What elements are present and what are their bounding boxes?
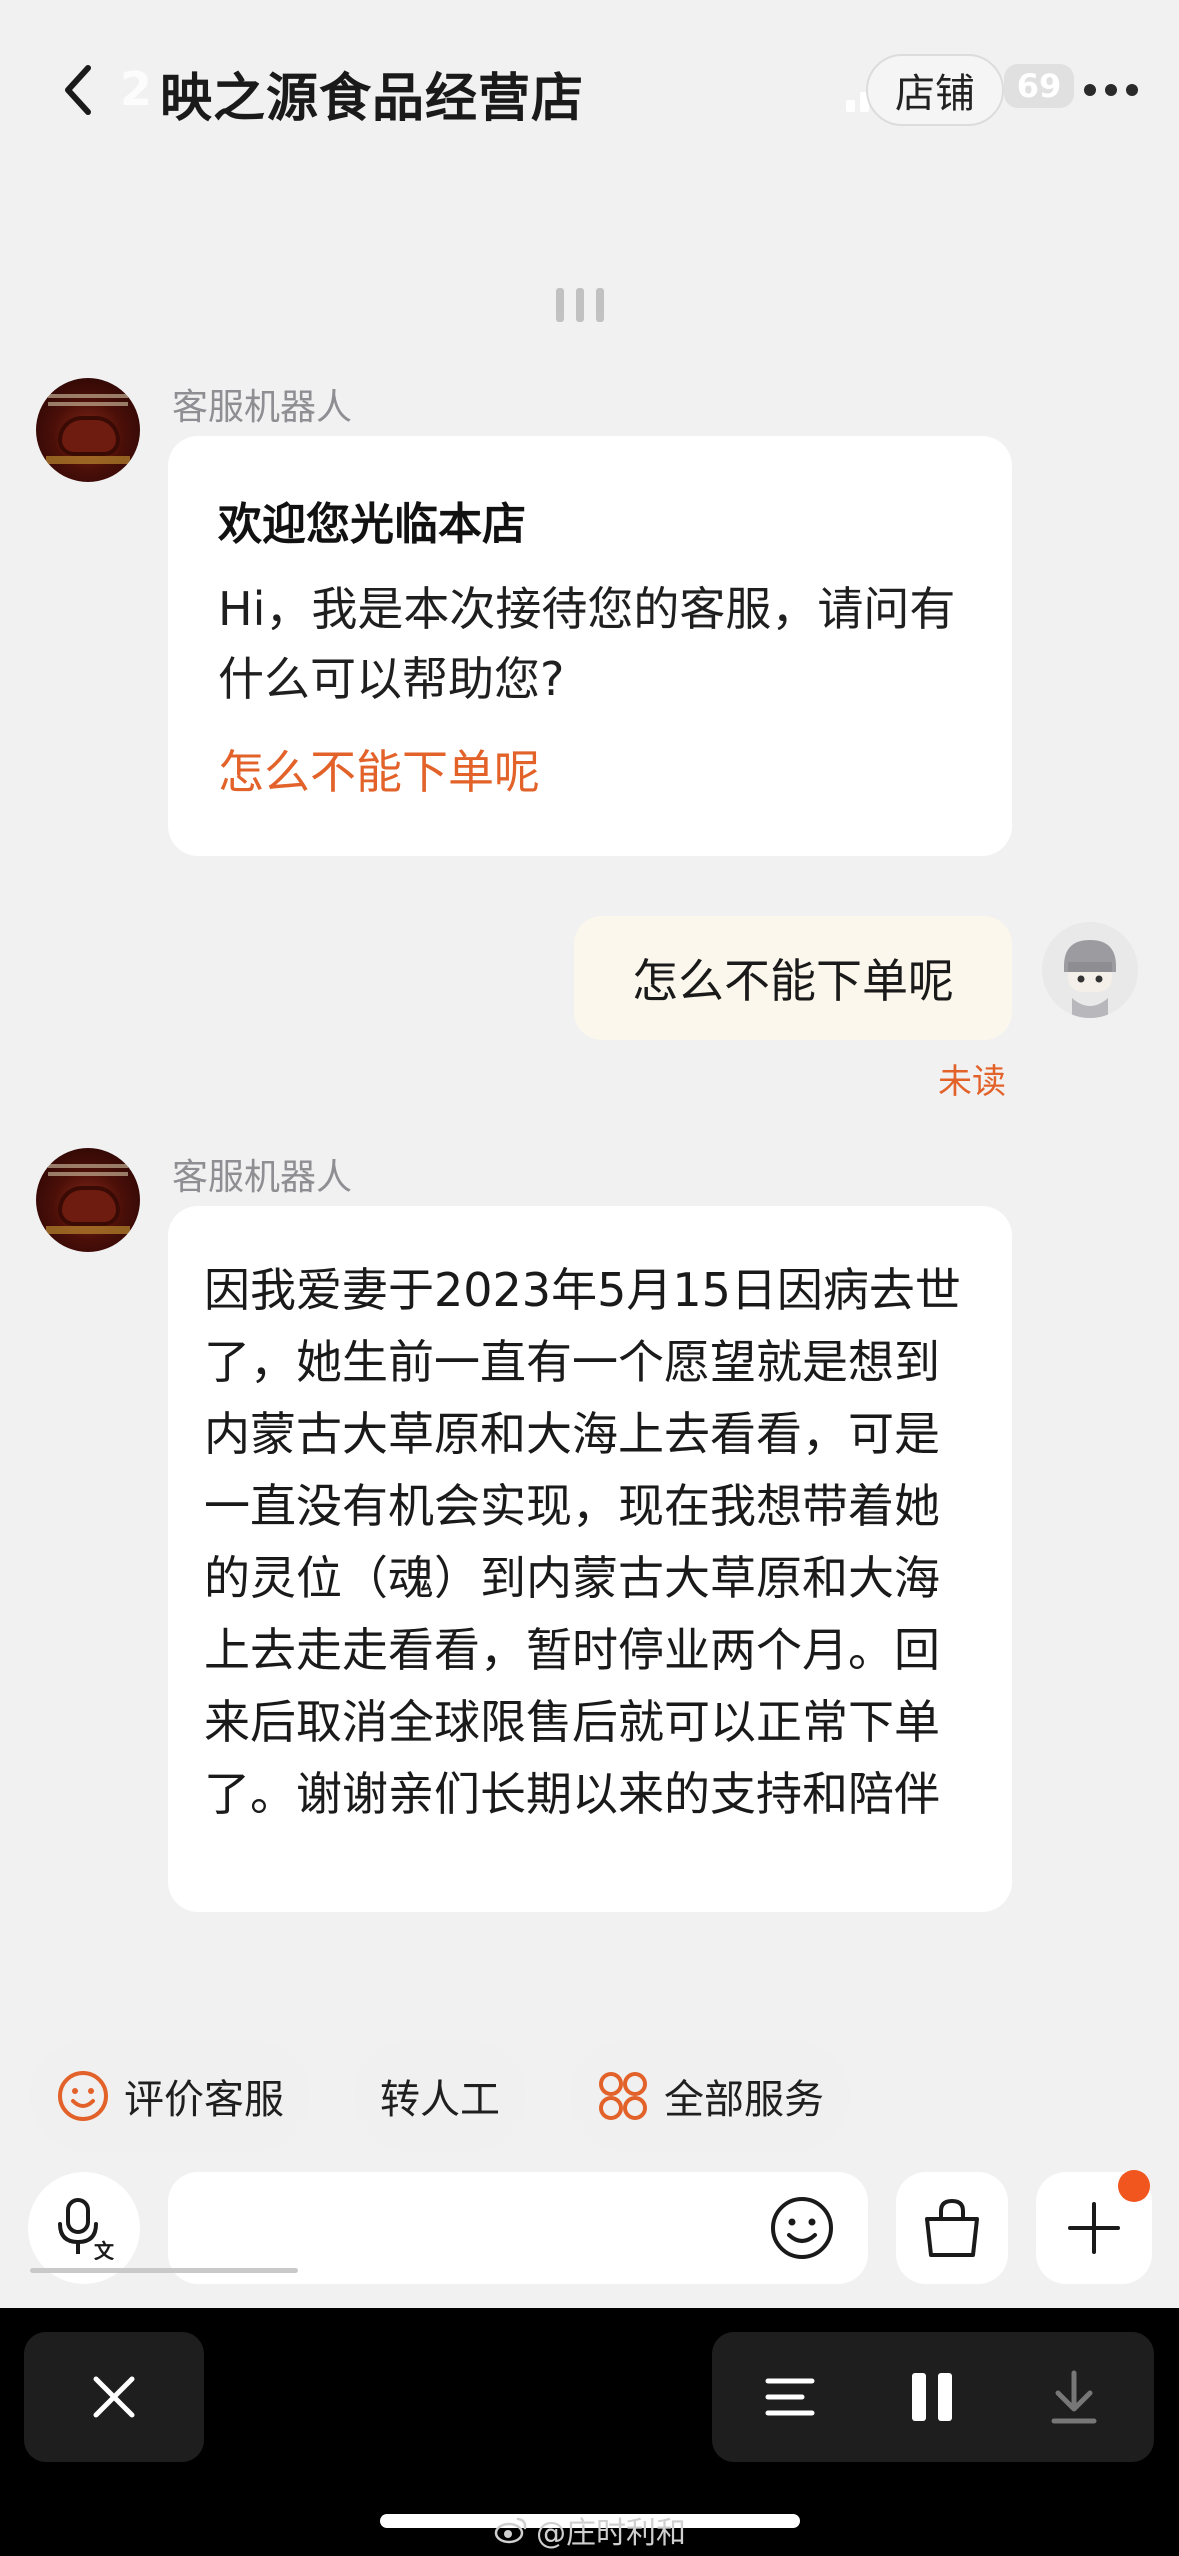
rate-service-label: 评价客服 xyxy=(124,2077,284,2123)
transfer-human-label: 转人工 xyxy=(380,2077,500,2123)
watermark-text: @庄时利和 xyxy=(536,2516,686,2551)
back-button[interactable] xyxy=(48,52,108,128)
smile-circle-icon xyxy=(58,2071,108,2121)
scroll-indicator xyxy=(30,2268,298,2273)
close-button[interactable] xyxy=(24,2332,204,2462)
plus-icon xyxy=(1068,2202,1120,2254)
emoji-button[interactable] xyxy=(764,2190,840,2266)
close-icon xyxy=(93,2376,135,2418)
chat-header: 2 映之源食品经营店 店铺 69 xyxy=(0,0,1179,190)
more-button[interactable] xyxy=(1076,62,1146,118)
transfer-human-button[interactable]: 转人工 xyxy=(354,2040,526,2152)
more-dots-icon xyxy=(1084,84,1138,96)
chevron-left-icon xyxy=(65,65,91,115)
unread-status: 未读 xyxy=(938,1062,1006,1102)
shopping-bag-button[interactable] xyxy=(896,2172,1008,2284)
user-message-bubble: 怎么不能下单呢 xyxy=(574,916,1012,1040)
all-services-label: 全部服务 xyxy=(664,2077,824,2123)
pause-icon xyxy=(912,2373,952,2421)
quick-question-link[interactable]: 怎么不能下单呢 xyxy=(218,736,540,802)
bot-avatar[interactable] xyxy=(36,378,140,482)
shop-title: 映之源食品经营店 xyxy=(160,69,585,129)
all-services-button[interactable]: 全部服务 xyxy=(570,2040,850,2152)
welcome-title: 欢迎您光临本店 xyxy=(218,499,526,550)
download-button[interactable] xyxy=(1004,2332,1144,2462)
menu-lines-icon xyxy=(765,2378,815,2416)
welcome-body: Hi，我是本次接待您的客服，请问有什么可以帮助您? xyxy=(218,582,956,706)
playback-controls xyxy=(712,2332,1154,2462)
weibo-watermark: @庄时利和 xyxy=(494,2508,686,2552)
sender-name: 客服机器人 xyxy=(172,387,353,428)
bot-avatar[interactable] xyxy=(36,1148,140,1252)
svg-text:文: 文 xyxy=(94,2239,114,2260)
grid-flower-icon xyxy=(599,2072,647,2120)
status-bar-time: 2 xyxy=(120,62,153,116)
welcome-message-bubble: 欢迎您光临本店 Hi，我是本次接待您的客服，请问有什么可以帮助您? 怎么不能下单… xyxy=(168,436,1012,856)
bot-message-bubble: 因我爱妻于2023年5月15日因病去世了，她生前一直有一个愿望就是想到内蒙古大草… xyxy=(168,1206,1012,1912)
sender-name: 客服机器人 xyxy=(172,1157,353,1198)
store-button[interactable]: 店铺 xyxy=(866,54,1004,126)
user-avatar[interactable] xyxy=(1042,922,1138,1018)
microphone-translate-icon: 文 xyxy=(58,2198,114,2260)
notification-dot xyxy=(1118,2170,1150,2202)
weibo-icon xyxy=(494,2517,527,2544)
pause-button[interactable] xyxy=(862,2332,1002,2462)
smile-icon xyxy=(771,2197,833,2259)
loading-indicator xyxy=(480,270,680,340)
bot-message-text: 因我爱妻于2023年5月15日因病去世了，她生前一直有一个愿望就是想到内蒙古大草… xyxy=(204,1263,961,1821)
battery-indicator: 69 xyxy=(1004,64,1074,108)
download-icon xyxy=(1051,2370,1097,2424)
shopping-bag-icon xyxy=(925,2198,979,2257)
menu-button[interactable] xyxy=(720,2332,860,2462)
user-avatar-icon xyxy=(1042,922,1138,1018)
rate-service-button[interactable]: 评价客服 xyxy=(30,2040,310,2152)
